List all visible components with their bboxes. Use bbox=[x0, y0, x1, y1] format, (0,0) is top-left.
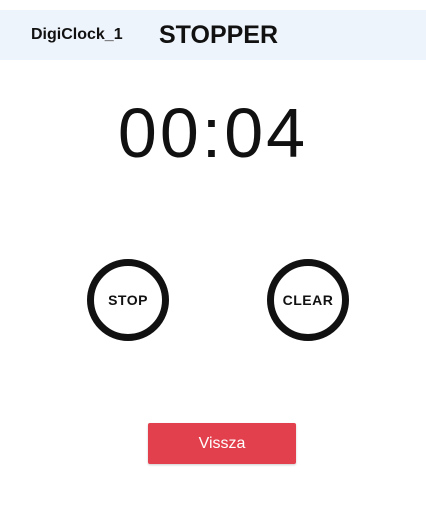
stop-button-label: STOP bbox=[108, 292, 148, 308]
clear-button-label: CLEAR bbox=[282, 292, 334, 308]
clear-button[interactable]: CLEAR bbox=[267, 259, 349, 341]
timer-display: 00:04 bbox=[117, 94, 309, 172]
stopper-screen: DigiClock_1 STOPPER 00:04 STOP CLEAR Vis… bbox=[0, 0, 426, 517]
back-button-label: Vissza bbox=[198, 434, 246, 452]
back-button[interactable]: Vissza bbox=[148, 423, 296, 464]
stop-button[interactable]: STOP bbox=[87, 259, 169, 341]
device-name: DigiClock_1 bbox=[31, 26, 123, 43]
page-title: STOPPER bbox=[159, 21, 279, 49]
